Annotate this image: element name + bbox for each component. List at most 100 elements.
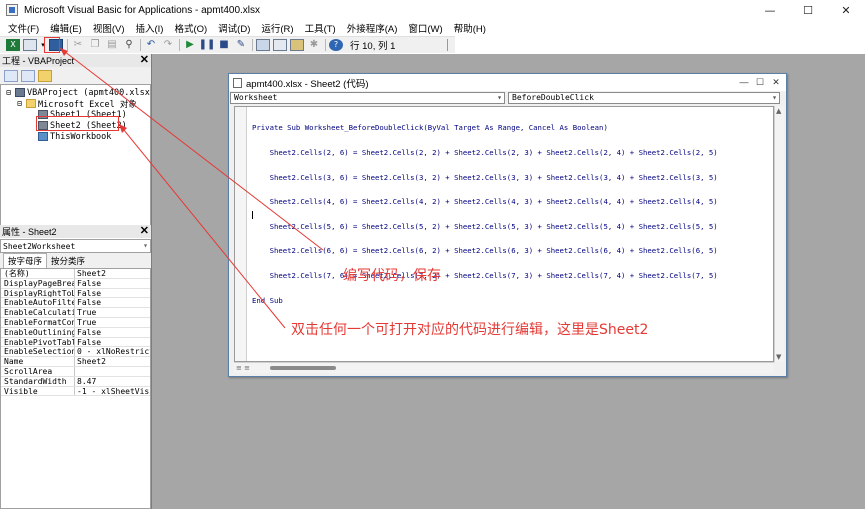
property-row[interactable]: EnableSelection 0 - xlNoRestrict bbox=[1, 347, 150, 358]
menu-run[interactable]: 运行(R) bbox=[261, 21, 293, 35]
property-row[interactable]: (名称) Sheet2 bbox=[1, 269, 150, 279]
tree-node-project[interactable]: ⊟ VBAProject (apmt400.xlsx) bbox=[4, 87, 155, 98]
code-line[interactable]: Sheet2.Cells(4, 6) = Sheet2.Cells(4, 2) … bbox=[252, 197, 718, 206]
view-code-icon[interactable] bbox=[4, 69, 18, 82]
close-button[interactable]: ✕ bbox=[770, 76, 782, 88]
properties-window-icon[interactable] bbox=[273, 39, 287, 51]
vertical-scrollbar[interactable]: ▲ ▼ bbox=[774, 106, 784, 362]
code-line[interactable]: Sheet2.Cells(6, 6) = Sheet2.Cells(6, 2) … bbox=[252, 247, 718, 255]
project-explorer-icon[interactable] bbox=[256, 39, 270, 51]
code-line[interactable]: Sheet2.Cells(5, 6) = Sheet2.Cells(5, 2) … bbox=[252, 222, 718, 231]
code-window-titlebar[interactable]: apmt400.xlsx - Sheet2 (代码) — ☐ ✕ bbox=[229, 74, 786, 91]
property-value[interactable]: False bbox=[75, 298, 150, 307]
property-row[interactable]: StandardWidth 8.47 bbox=[1, 376, 150, 387]
object-combo[interactable]: Worksheet ▾ bbox=[230, 92, 505, 104]
horizontal-scrollbar[interactable]: ≡ ≡ bbox=[234, 362, 774, 373]
property-row[interactable]: EnableFormatCond True bbox=[1, 317, 150, 328]
view-toggle-icon[interactable]: ≡ ≡ bbox=[236, 364, 250, 372]
vba-app-icon bbox=[6, 4, 18, 16]
property-value[interactable]: True bbox=[75, 318, 150, 327]
property-value[interactable]: False bbox=[75, 338, 150, 347]
scroll-down-icon[interactable]: ▼ bbox=[776, 353, 781, 361]
property-value[interactable]: 8.47 bbox=[75, 377, 150, 386]
toolbar-grip-icon[interactable] bbox=[447, 39, 453, 51]
copy-icon[interactable]: ❐ bbox=[88, 39, 102, 51]
object-browser-icon[interactable] bbox=[290, 39, 304, 51]
minimize-button[interactable]: — bbox=[751, 0, 789, 20]
close-icon[interactable]: ✕ bbox=[140, 225, 149, 238]
menu-file[interactable]: 文件(F) bbox=[8, 21, 39, 35]
toggle-folders-icon[interactable] bbox=[38, 69, 52, 82]
excel-view-icon[interactable]: X bbox=[6, 39, 20, 51]
minimize-button[interactable]: — bbox=[738, 76, 750, 88]
menu-format[interactable]: 格式(O) bbox=[174, 21, 207, 35]
property-row[interactable]: DisplayRightToLe False bbox=[1, 288, 150, 299]
menu-debug[interactable]: 调试(D) bbox=[218, 21, 250, 35]
redo-icon[interactable]: ↷ bbox=[161, 39, 175, 51]
property-value[interactable]: False bbox=[75, 328, 150, 337]
collapse-icon[interactable]: ⊟ bbox=[4, 88, 13, 97]
tree-item-thisworkbook[interactable]: ThisWorkbook bbox=[38, 131, 111, 142]
scroll-up-icon[interactable]: ▲ bbox=[776, 107, 781, 115]
menu-window[interactable]: 窗口(W) bbox=[408, 21, 442, 35]
close-button[interactable]: ✕ bbox=[827, 0, 865, 20]
find-icon[interactable]: ⚲ bbox=[122, 39, 136, 51]
collapse-icon[interactable]: ⊟ bbox=[15, 99, 24, 108]
reset-icon[interactable]: ■ bbox=[217, 39, 231, 51]
design-mode-icon[interactable]: ✎ bbox=[234, 39, 248, 51]
property-value[interactable]: False bbox=[75, 289, 150, 298]
property-value[interactable]: Sheet2 bbox=[75, 357, 150, 366]
help-icon[interactable]: ? bbox=[329, 39, 343, 51]
code-line[interactable]: Sheet2.Cells(3, 6) = Sheet2.Cells(3, 2) … bbox=[252, 173, 718, 182]
property-row[interactable]: Visible -1 - xlSheetVisi bbox=[1, 386, 150, 397]
menu-insert[interactable]: 插入(I) bbox=[135, 21, 163, 35]
property-row[interactable]: EnablePivotTable False bbox=[1, 337, 150, 348]
property-row[interactable]: DisplayPageBreak False bbox=[1, 278, 150, 289]
insert-module-icon[interactable] bbox=[23, 39, 37, 51]
tree-node-folder[interactable]: ⊟ Microsoft Excel 对象 bbox=[15, 98, 137, 110]
maximize-button[interactable]: ☐ bbox=[789, 0, 827, 20]
chevron-down-icon[interactable]: ▾ bbox=[772, 93, 777, 103]
code-text[interactable]: Private Sub Worksheet_BeforeDoubleClick(… bbox=[252, 108, 718, 321]
save-button-highlight bbox=[44, 37, 60, 53]
property-value[interactable] bbox=[75, 367, 150, 376]
procedure-combo[interactable]: BeforeDoubleClick ▾ bbox=[508, 92, 780, 104]
menu-tools[interactable]: 工具(T) bbox=[305, 21, 336, 35]
view-object-icon[interactable] bbox=[21, 69, 35, 82]
property-value[interactable]: True bbox=[75, 308, 150, 317]
property-row[interactable]: ScrollArea bbox=[1, 366, 150, 377]
property-row[interactable]: Name Sheet2 bbox=[1, 357, 150, 367]
close-icon[interactable]: ✕ bbox=[140, 54, 149, 67]
property-value[interactable]: Sheet2 bbox=[75, 269, 150, 278]
code-margin[interactable] bbox=[235, 107, 247, 361]
code-line[interactable]: End Sub bbox=[252, 296, 718, 305]
break-icon[interactable]: ❚❚ bbox=[199, 39, 216, 51]
property-name: EnableFormatCond bbox=[1, 317, 75, 327]
tab-alphabetic[interactable]: 按字母序 bbox=[3, 253, 48, 268]
cut-icon[interactable]: ✂ bbox=[71, 39, 85, 51]
menu-addins[interactable]: 外接程序(A) bbox=[347, 21, 398, 35]
menu-view[interactable]: 视图(V) bbox=[93, 21, 125, 35]
chevron-down-icon[interactable]: ▾ bbox=[143, 241, 148, 250]
property-row[interactable]: EnableAutoFilter False bbox=[1, 298, 150, 309]
code-line[interactable]: Private Sub Worksheet_BeforeDoubleClick(… bbox=[252, 124, 718, 132]
menu-edit[interactable]: 编辑(E) bbox=[50, 21, 82, 35]
property-value[interactable]: 0 - xlNoRestrict bbox=[75, 347, 150, 356]
chevron-down-icon[interactable]: ▾ bbox=[497, 93, 502, 103]
property-value[interactable]: -1 - xlSheetVisi bbox=[75, 387, 150, 396]
toolbox-icon[interactable]: ✱ bbox=[307, 39, 321, 51]
menu-help[interactable]: 帮助(H) bbox=[454, 21, 486, 35]
scroll-thumb[interactable] bbox=[270, 366, 336, 370]
run-icon[interactable]: ▶ bbox=[183, 39, 197, 51]
property-value[interactable]: False bbox=[75, 279, 150, 288]
undo-icon[interactable]: ↶ bbox=[144, 39, 158, 51]
code-line[interactable]: Sheet2.Cells(2, 6) = Sheet2.Cells(2, 2) … bbox=[252, 148, 718, 157]
tab-categorized[interactable]: 按分类序 bbox=[47, 254, 89, 268]
properties-object-select[interactable]: Sheet2 Worksheet ▾ bbox=[0, 239, 151, 253]
property-row[interactable]: EnableOutlining False bbox=[1, 327, 150, 338]
code-combos: Worksheet ▾ BeforeDoubleClick ▾ bbox=[229, 91, 786, 105]
code-line[interactable]: Sheet2.Cells(7, 6) = Sheet2.Cells(7, 2) … bbox=[252, 271, 718, 280]
maximize-button[interactable]: ☐ bbox=[754, 76, 766, 88]
property-row[interactable]: EnableCalculatio True bbox=[1, 308, 150, 318]
paste-icon[interactable]: ▤ bbox=[105, 39, 119, 51]
